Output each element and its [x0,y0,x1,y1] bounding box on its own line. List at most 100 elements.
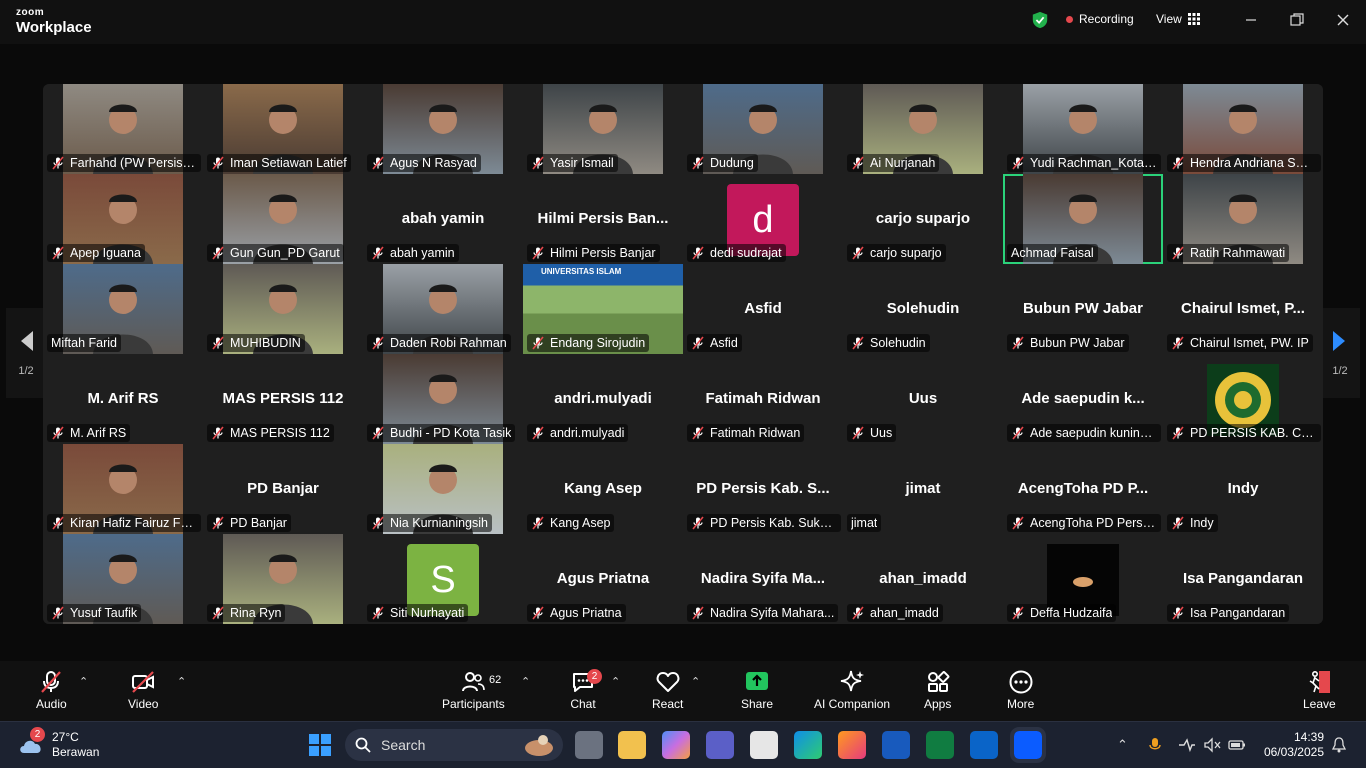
participant-tile[interactable]: S Siti Nurhayati [363,534,523,624]
participant-tile[interactable]: Apep Iguana [43,174,203,264]
mail-app[interactable] [970,731,998,759]
ai-companion-button[interactable]: AI Companion [814,669,890,711]
participant-tile[interactable]: Hendra Andriana SDI... [1163,84,1323,174]
participant-tile[interactable]: Nadira Syifa Ma... Nadira Syifa Mahara... [683,534,843,624]
participant-tile[interactable]: Chairul Ismet, P... Chairul Ismet, PW. IP [1163,264,1323,354]
participant-tile[interactable]: d dedi sudrajat [683,174,843,264]
participant-tile[interactable]: Kang Asep Kang Asep [523,444,683,534]
react-button[interactable]: React [652,669,683,711]
microphone-icon[interactable] [1149,737,1161,753]
participant-tile[interactable]: Dudung [683,84,843,174]
notification-bell-icon[interactable] [1332,737,1346,753]
participant-tile[interactable]: Ratih Rahmawati [1163,174,1323,264]
maximize-button[interactable] [1285,8,1309,32]
participant-tile[interactable]: Hilmi Persis Ban... Hilmi Persis Banjar [523,174,683,264]
next-page-button[interactable]: 1/2 [1320,308,1360,398]
participant-tile[interactable]: Solehudin Solehudin [843,264,1003,354]
participant-tile[interactable]: Indy Indy [1163,444,1323,534]
leave-button[interactable]: Leave [1303,669,1336,711]
participant-tile[interactable]: Achmad Faisal [1003,174,1163,264]
windows-logo-icon [309,734,331,756]
react-options-caret[interactable]: ⌃ [691,675,700,688]
view-button[interactable]: View [1156,12,1200,26]
participant-tile[interactable]: Daden Robi Rahman [363,264,523,354]
participant-tile[interactable]: UNIVERSITAS ISLAM Endang Sirojudin [523,264,683,354]
participant-tile[interactable]: PD Banjar PD Banjar [203,444,363,534]
network-icon[interactable] [1178,737,1196,753]
participant-tile[interactable]: Deffa Hudzaifa [1003,534,1163,624]
video-options-caret[interactable]: ⌃ [177,675,186,688]
participant-tile[interactable]: Fatimah Ridwan Fatimah Ridwan [683,354,843,444]
zoom-app[interactable] [1010,727,1046,763]
page-indicator-left: 1/2 [18,365,34,377]
participant-tile[interactable]: ahan_imadd ahan_imadd [843,534,1003,624]
task-view-app[interactable] [575,731,603,759]
word-app[interactable] [882,731,910,759]
participant-name: Achmad Faisal [1011,246,1094,260]
participant-tile[interactable]: Kiran Hafiz Fairuz Fa... [43,444,203,534]
minimize-button[interactable] [1239,8,1263,32]
react-label: React [652,697,684,711]
shield-check-icon[interactable] [1031,11,1049,29]
copilot-app[interactable] [662,731,690,759]
participant-name: Isa Pangandaran [1190,606,1286,620]
prev-page-button[interactable]: 1/2 [6,308,46,398]
participant-name: Siti Nurhayati [390,606,465,620]
participant-tile[interactable]: PD PERSIS KAB. CIREB... [1163,354,1323,444]
tray-overflow-icon[interactable]: ⌃ [1117,737,1128,753]
participants-options-caret[interactable]: ⌃ [521,675,530,688]
participant-tile[interactable]: Rina Ryn [203,534,363,624]
participant-tile[interactable]: PD Persis Kab. S... PD Persis Kab. Sukab.… [683,444,843,534]
chat-options-caret[interactable]: ⌃ [611,675,620,688]
participant-tile[interactable]: Bubun PW Jabar Bubun PW Jabar [1003,264,1163,354]
edge-app[interactable] [794,731,822,759]
participant-tile[interactable]: Iman Setiawan Latief [203,84,363,174]
participant-tile[interactable]: Farhahd (PW Persis J... [43,84,203,174]
file-explorer-app[interactable] [618,731,646,759]
participant-tile[interactable]: abah yamin abah yamin [363,174,523,264]
participant-tile[interactable]: AcengToha PD P... AcengToha PD Persis ... [1003,444,1163,534]
participant-tile[interactable]: Miftah Farid [43,264,203,354]
video-button[interactable]: Video [128,669,158,711]
participant-tile[interactable]: Isa Pangandaran Isa Pangandaran [1163,534,1323,624]
participant-tile[interactable]: MUHIBUDIN [203,264,363,354]
participant-name-label: Agus N Rasyad [367,154,481,172]
participant-tile[interactable]: carjo suparjo carjo suparjo [843,174,1003,264]
apps-button[interactable]: Apps [924,669,951,711]
participant-tile[interactable]: Yasir Ismail [523,84,683,174]
excel-app[interactable] [926,731,954,759]
audio-button[interactable]: Audio [36,669,67,711]
firefox-app[interactable] [838,731,866,759]
participant-tile[interactable]: Nia Kurnianingsih [363,444,523,534]
system-clock[interactable]: 14:39 06/03/2025 [1260,730,1324,760]
participant-tile[interactable]: Agus Priatna Agus Priatna [523,534,683,624]
participant-tile[interactable]: Agus N Rasyad [363,84,523,174]
amazon-app[interactable] [750,731,778,759]
participant-tile[interactable]: Ai Nurjanah [843,84,1003,174]
more-button[interactable]: More [1007,669,1034,711]
participant-tile[interactable]: Yusuf Taufik [43,534,203,624]
close-button[interactable] [1331,8,1355,32]
recording-indicator[interactable]: Recording [1066,12,1134,26]
mic-muted-icon [691,336,705,350]
participant-tile[interactable]: Yudi Rachman_Kota T... [1003,84,1163,174]
battery-icon[interactable] [1228,737,1246,753]
participant-tile[interactable]: Ade saepudin k... Ade saepudin kuning... [1003,354,1163,444]
teams-app[interactable] [706,731,734,759]
participant-tile[interactable]: M. Arif RS M. Arif RS [43,354,203,444]
share-button[interactable]: Share [741,669,773,711]
participant-display-name: Isa Pangandaran [1182,570,1304,587]
participant-tile[interactable]: jimat jimat [843,444,1003,534]
participant-tile[interactable]: MAS PERSIS 112 MAS PERSIS 112 [203,354,363,444]
participant-name: MAS PERSIS 112 [230,426,330,440]
participant-tile[interactable]: Asfid Asfid [683,264,843,354]
participant-tile[interactable]: Budhi - PD Kota Tasik [363,354,523,444]
audio-options-caret[interactable]: ⌃ [79,675,88,688]
taskbar-search[interactable]: Search [345,729,563,761]
participant-tile[interactable]: Uus Uus [843,354,1003,444]
start-button[interactable] [306,731,334,759]
participant-tile[interactable]: andri.mulyadi andri.mulyadi [523,354,683,444]
participant-tile[interactable]: Gun Gun_PD Garut [203,174,363,264]
participant-name-label: Rina Ryn [207,604,286,622]
volume-muted-icon[interactable] [1203,737,1221,753]
